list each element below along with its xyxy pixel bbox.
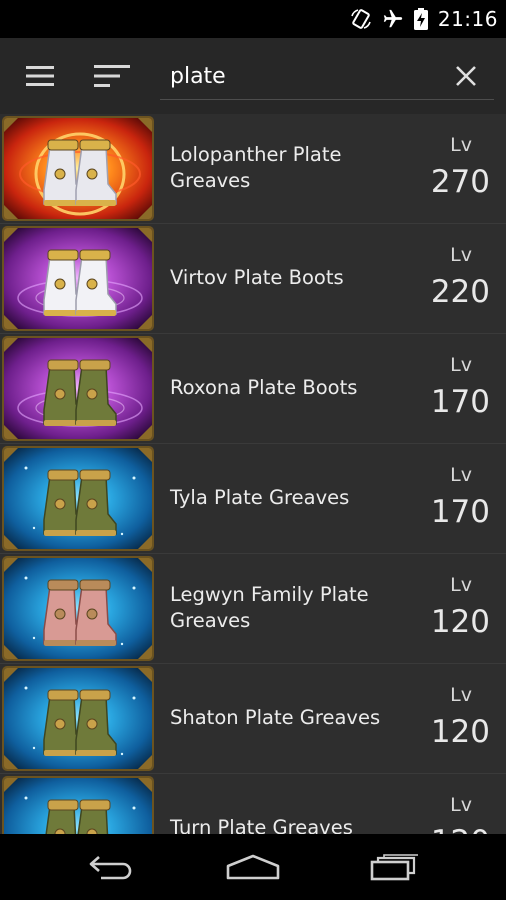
item-thumbnail: [2, 116, 154, 221]
search-input[interactable]: [170, 56, 440, 96]
item-thumbnail: [2, 666, 154, 771]
home-button[interactable]: [203, 834, 303, 900]
item-list: Lolopanther Plate Greaves Lv 270 Virtov Pl…: [0, 114, 506, 834]
list-item[interactable]: Roxona Plate Boots Lv 170: [0, 334, 506, 444]
item-thumbnail: [2, 556, 154, 661]
rotate-icon: [350, 8, 372, 30]
item-name: Virtov Plate Boots: [170, 266, 344, 289]
back-button[interactable]: [63, 834, 163, 900]
battery-charging-icon: [413, 8, 428, 30]
list-item[interactable]: Tyla Plate Greaves Lv 170: [0, 444, 506, 554]
list-item[interactable]: Legwyn Family Plate Greaves Lv 120: [0, 554, 506, 664]
level-label: Lv: [450, 684, 472, 706]
list-item[interactable]: Lolopanther Plate Greaves Lv 270: [0, 114, 506, 224]
home-icon: [226, 854, 280, 880]
item-name: Tyla Plate Greaves: [170, 486, 350, 509]
item-name: Legwyn Family Plate Greaves: [170, 583, 369, 632]
hamburger-menu-icon: [26, 66, 54, 86]
level-value: 120: [431, 824, 490, 834]
recents-icon: [370, 854, 418, 881]
item-thumbnail: [2, 226, 154, 331]
level-value: 170: [430, 494, 490, 530]
status-icons: 21:16: [350, 0, 498, 38]
item-name: Turn Plate Greaves: [170, 816, 353, 834]
back-icon: [89, 856, 132, 880]
list-item[interactable]: Turn Plate Greaves Lv 120: [0, 774, 506, 834]
item-name: Shaton Plate Greaves: [170, 706, 381, 729]
search-field: [160, 52, 494, 100]
item-name: Roxona Plate Boots: [170, 376, 358, 399]
level-label: Lv: [450, 574, 472, 596]
recents-button[interactable]: [345, 834, 445, 900]
level-value: 120: [430, 604, 490, 640]
item-thumbnail: [2, 336, 154, 441]
status-time: 21:16: [437, 7, 498, 31]
item-thumbnail: [2, 776, 154, 834]
level-value: 270: [430, 164, 490, 200]
toolbar: [0, 38, 506, 114]
level-label: Lv: [450, 134, 472, 156]
sort-button[interactable]: [86, 38, 138, 114]
close-icon: [456, 66, 476, 86]
airplane-mode-icon: [382, 8, 404, 30]
clear-search-button[interactable]: [442, 52, 490, 100]
level-label: Lv: [450, 464, 472, 486]
level-value: 220: [430, 274, 490, 310]
list-item[interactable]: Virtov Plate Boots Lv 220: [0, 224, 506, 334]
item-name: Lolopanther Plate Greaves: [170, 143, 342, 192]
level-label: Lv: [450, 354, 472, 376]
level-value: 170: [430, 384, 490, 420]
level-label: Lv: [450, 244, 472, 266]
navigation-bar: [0, 834, 506, 900]
level-label: Lv: [450, 794, 472, 816]
list-item[interactable]: Shaton Plate Greaves Lv 120: [0, 664, 506, 774]
menu-button[interactable]: [14, 38, 66, 114]
sort-icon: [94, 65, 130, 87]
item-thumbnail: [2, 446, 154, 551]
level-value: 120: [430, 714, 490, 750]
status-bar: 21:16: [0, 0, 506, 38]
